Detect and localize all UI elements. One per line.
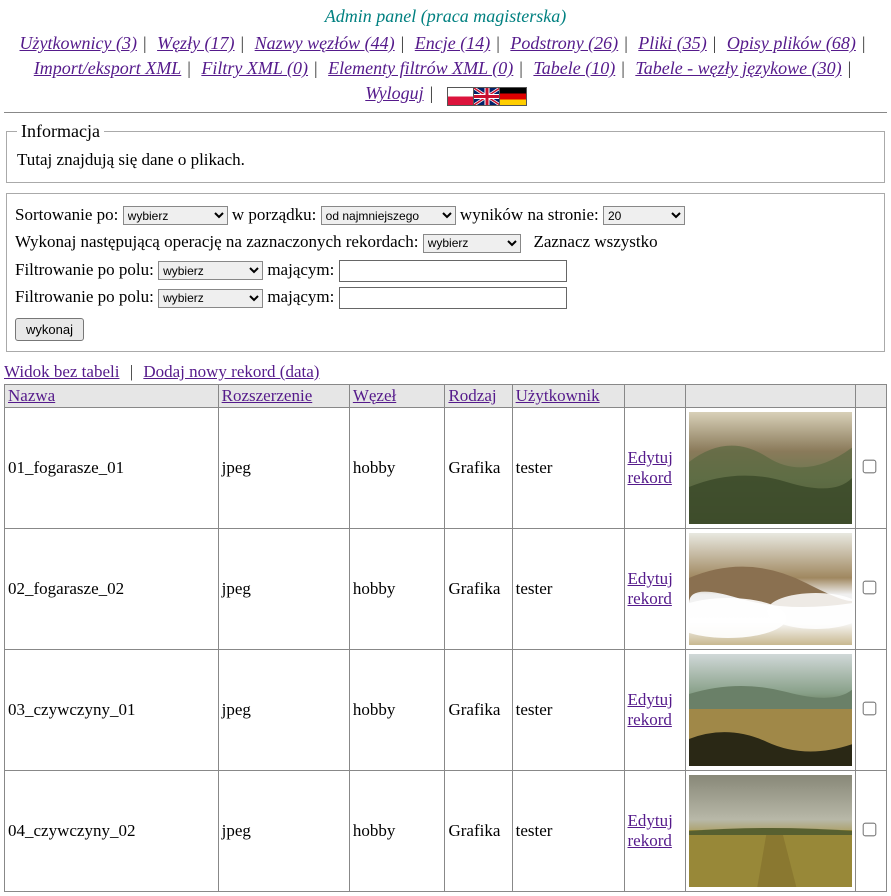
no-table-view-link[interactable]: Widok bez tabeli xyxy=(4,362,119,381)
table-row: 03_czywczyny_01jpeghobbyGrafikatesterEdy… xyxy=(5,649,887,770)
filter1-value-input[interactable] xyxy=(339,260,567,282)
nav-file-descriptions[interactable]: Opisy plików (68) xyxy=(727,33,856,53)
cell-user: tester xyxy=(512,407,624,528)
execute-button[interactable]: wykonaj xyxy=(15,318,84,341)
cell-rodzaj: Grafika xyxy=(445,528,512,649)
table-row: 02_fogarasze_02jpeghobbyGrafikatesterEdy… xyxy=(5,528,887,649)
cell-wezel: hobby xyxy=(349,649,445,770)
order-select[interactable]: od najmniejszego xyxy=(321,206,456,225)
add-record-link[interactable]: Dodaj nowy rekord (data) xyxy=(143,362,319,381)
row-checkbox[interactable] xyxy=(863,823,877,837)
filter1-having-label: mającym: xyxy=(267,260,334,279)
table-actions: Widok bez tabeli | Dodaj nowy rekord (da… xyxy=(4,362,887,382)
table-row: 04_czywczyny_02jpeghobbyGrafikatesterEdy… xyxy=(5,770,887,891)
col-header-user[interactable]: Użytkownik xyxy=(516,386,600,405)
cell-user: tester xyxy=(512,649,624,770)
info-legend: Informacja xyxy=(17,121,104,142)
filter1-label: Filtrowanie po polu: xyxy=(15,260,154,279)
nav-xml-filter-elements[interactable]: Elementy filtrów XML (0) xyxy=(328,58,513,78)
cell-nazwa: 01_fogarasze_01 xyxy=(5,407,219,528)
thumbnail-cell xyxy=(685,528,856,649)
nav-entities[interactable]: Encje (14) xyxy=(415,33,490,53)
col-header-image xyxy=(685,384,856,407)
order-label: w porządku: xyxy=(232,205,317,224)
col-header-nazwa[interactable]: Nazwa xyxy=(8,386,55,405)
cell-ext: jpeg xyxy=(218,770,349,891)
filter2-value-input[interactable] xyxy=(339,287,567,309)
nav-users[interactable]: Użytkownicy (3) xyxy=(20,33,137,53)
nav-node-names[interactable]: Nazwy węzłów (44) xyxy=(255,33,395,53)
filter2-field-select[interactable]: wybierz xyxy=(158,289,263,308)
data-table: Nazwa Rozszerzenie Węzeł Rodzaj Użytkown… xyxy=(4,384,887,892)
flag-en-icon[interactable] xyxy=(473,87,501,106)
nav-xml-filters[interactable]: Filtry XML (0) xyxy=(201,58,308,78)
edit-record-link[interactable]: Edytuj rekord xyxy=(628,448,673,487)
select-all-label[interactable]: Zaznacz wszystko xyxy=(533,232,657,251)
edit-record-link[interactable]: Edytuj rekord xyxy=(628,690,673,729)
thumbnail-cell xyxy=(685,407,856,528)
nav-logout[interactable]: Wyloguj xyxy=(365,83,423,103)
cell-rodzaj: Grafika xyxy=(445,770,512,891)
filter2-label: Filtrowanie po polu: xyxy=(15,287,154,306)
cell-user: tester xyxy=(512,528,624,649)
edit-record-link[interactable]: Edytuj rekord xyxy=(628,569,673,608)
cell-ext: jpeg xyxy=(218,528,349,649)
edit-record-link[interactable]: Edytuj rekord xyxy=(628,811,673,850)
col-header-ext[interactable]: Rozszerzenie xyxy=(222,386,313,405)
table-row: 01_fogarasze_01jpeghobbyGrafikatesterEdy… xyxy=(5,407,887,528)
cell-rodzaj: Grafika xyxy=(445,649,512,770)
nav-subpages[interactable]: Podstrony (26) xyxy=(510,33,618,53)
nav-files[interactable]: Pliki (35) xyxy=(638,33,706,53)
page-title: Admin panel (praca magisterska) xyxy=(4,6,887,27)
nav-nodes[interactable]: Węzły (17) xyxy=(157,33,234,53)
sort-label: Sortowanie po: xyxy=(15,205,118,224)
cell-ext: jpeg xyxy=(218,407,349,528)
col-header-rodzaj[interactable]: Rodzaj xyxy=(448,386,496,405)
cell-wezel: hobby xyxy=(349,528,445,649)
nav-import-export[interactable]: Import/eksport XML xyxy=(34,58,182,78)
cell-wezel: hobby xyxy=(349,770,445,891)
thumbnail-cell xyxy=(685,770,856,891)
col-header-edit xyxy=(624,384,685,407)
perpage-label: wyników na stronie: xyxy=(460,205,599,224)
flag-pl-icon[interactable] xyxy=(447,87,475,106)
col-header-check xyxy=(856,384,887,407)
cell-nazwa: 03_czywczyny_01 xyxy=(5,649,219,770)
nav-tables-lang[interactable]: Tabele - węzły językowe (30) xyxy=(635,58,841,78)
info-box: Informacja Tutaj znajdują się dane o pli… xyxy=(6,121,885,183)
operation-select[interactable]: wybierz xyxy=(423,234,521,253)
cell-rodzaj: Grafika xyxy=(445,407,512,528)
cell-ext: jpeg xyxy=(218,649,349,770)
row-checkbox[interactable] xyxy=(863,581,877,595)
nav-tables[interactable]: Tabele (10) xyxy=(533,58,615,78)
filter1-field-select[interactable]: wybierz xyxy=(158,261,263,280)
sort-select[interactable]: wybierz xyxy=(123,206,228,225)
thumbnail-cell xyxy=(685,649,856,770)
perpage-select[interactable]: 20 xyxy=(603,206,685,225)
cell-nazwa: 04_czywczyny_02 xyxy=(5,770,219,891)
cell-user: tester xyxy=(512,770,624,891)
row-checkbox[interactable] xyxy=(863,702,877,716)
filter2-having-label: mającym: xyxy=(267,287,334,306)
table-header-row: Nazwa Rozszerzenie Węzeł Rodzaj Użytkown… xyxy=(5,384,887,407)
cell-wezel: hobby xyxy=(349,407,445,528)
filter-panel: Sortowanie po: wybierz w porządku: od na… xyxy=(6,193,885,352)
cell-nazwa: 02_fogarasze_02 xyxy=(5,528,219,649)
operation-label: Wykonaj następującą operację na zaznaczo… xyxy=(15,232,418,251)
col-header-wezel[interactable]: Węzeł xyxy=(353,386,396,405)
flag-de-icon[interactable] xyxy=(499,87,527,106)
nav-bar: Użytkownicy (3)| Węzły (17)| Nazwy węzłó… xyxy=(4,31,887,108)
info-text: Tutaj znajdują się dane o plikach. xyxy=(17,150,245,169)
divider xyxy=(4,112,887,113)
row-checkbox[interactable] xyxy=(863,460,877,474)
